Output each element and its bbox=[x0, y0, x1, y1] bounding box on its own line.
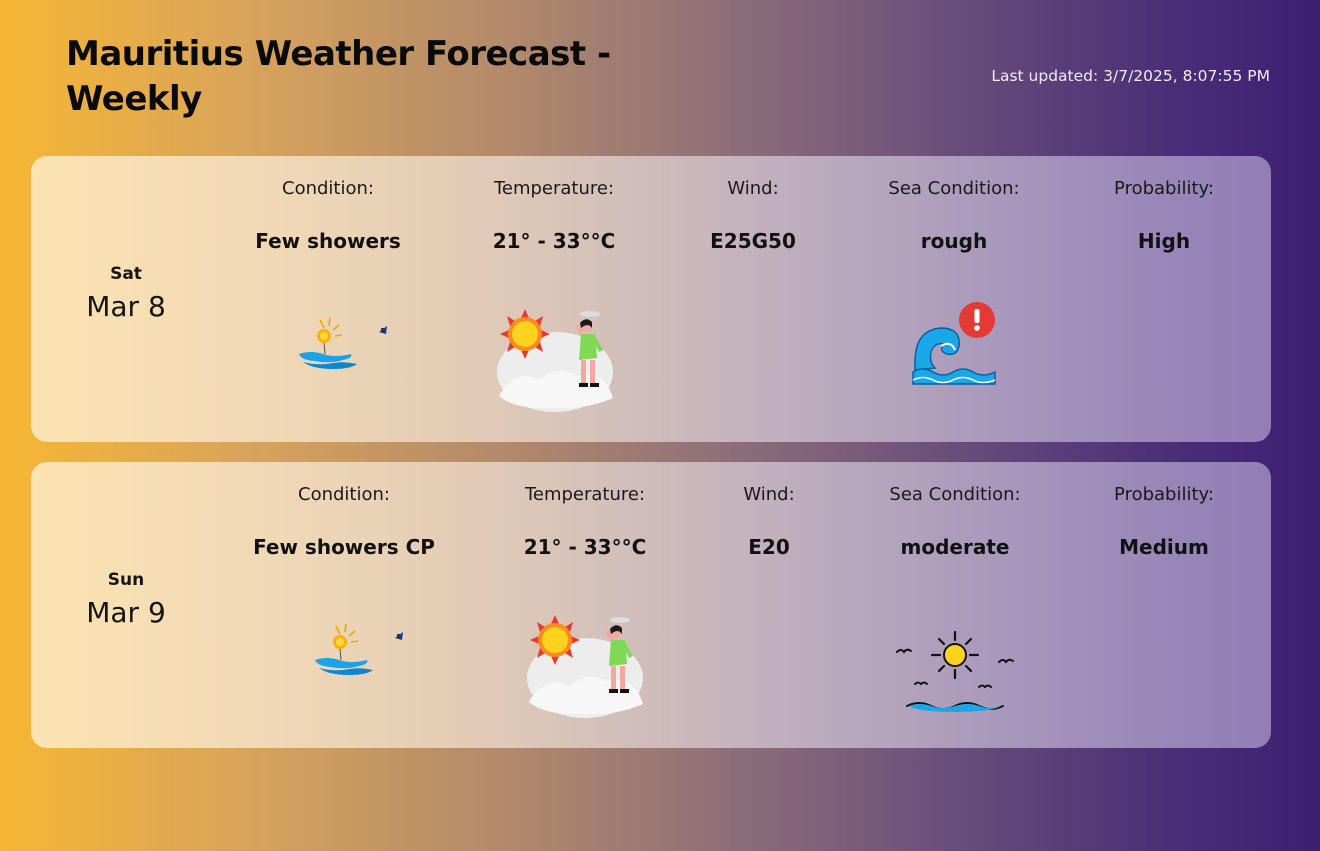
wind-column: Wind: E20 bbox=[743, 484, 794, 559]
sea-value: moderate bbox=[900, 535, 1010, 559]
day-date: Mar 9 bbox=[86, 596, 166, 629]
day-name: Sun bbox=[107, 570, 145, 590]
probability-value: High bbox=[1137, 229, 1191, 253]
condition-column: Condition: Few showers CP bbox=[253, 484, 435, 559]
temperature-label: Temperature: bbox=[524, 484, 646, 505]
page-title: Mauritius Weather Forecast - Weekly bbox=[66, 34, 611, 119]
wind-label: Wind: bbox=[727, 178, 779, 199]
probability-value: Medium bbox=[1119, 535, 1209, 559]
temperature-value: 21° - 33°°C bbox=[492, 229, 616, 253]
sea-column: Sea Condition: moderate bbox=[889, 484, 1020, 559]
wind-value: E20 bbox=[748, 535, 790, 559]
sea-column: Sea Condition: rough bbox=[888, 178, 1019, 253]
wind-value: E25G50 bbox=[710, 229, 796, 253]
condition-value: Few showers CP bbox=[253, 535, 435, 559]
probability-column: Probability: Medium bbox=[1114, 484, 1214, 559]
date-block: Sun Mar 9 bbox=[31, 570, 221, 629]
hot-weather-illustration bbox=[497, 309, 613, 412]
sea-label: Sea Condition: bbox=[889, 484, 1021, 505]
last-updated: Last updated: 3/7/2025, 8:07:55 PM bbox=[991, 67, 1270, 85]
hot-weather-illustration bbox=[527, 615, 643, 718]
condition-label: Condition: bbox=[298, 484, 390, 505]
probability-label: Probability: bbox=[1114, 178, 1214, 199]
temperature-column: Temperature: 21° - 33°°C bbox=[524, 484, 647, 559]
condition-column: Condition: Few showers bbox=[255, 178, 401, 253]
temperature-column: Temperature: 21° - 33°°C bbox=[493, 178, 616, 253]
rough-sea-warning-icon bbox=[912, 302, 996, 385]
calm-sea-sun-icon bbox=[896, 630, 1014, 712]
date-block: Sat Mar 8 bbox=[31, 264, 221, 323]
forecast-card-sun: Sun Mar 9 Condition: Few showers CP Temp… bbox=[31, 462, 1271, 748]
condition-label: Condition: bbox=[282, 178, 374, 199]
day-date: Mar 8 bbox=[86, 290, 166, 323]
showers-icon bbox=[299, 317, 387, 369]
temperature-label: Temperature: bbox=[493, 178, 615, 199]
showers-icon bbox=[315, 623, 403, 675]
sea-value: rough bbox=[920, 229, 988, 253]
sea-label: Sea Condition: bbox=[888, 178, 1020, 199]
condition-value: Few showers bbox=[255, 229, 401, 253]
probability-label: Probability: bbox=[1114, 484, 1214, 505]
wind-label: Wind: bbox=[743, 484, 795, 505]
temperature-value: 21° - 33°°C bbox=[523, 535, 647, 559]
day-name: Sat bbox=[110, 264, 142, 284]
probability-column: Probability: High bbox=[1114, 178, 1214, 253]
forecast-card-sat: Sat Mar 8 Condition: Few showers Tempera… bbox=[31, 156, 1271, 442]
wind-column: Wind: E25G50 bbox=[710, 178, 796, 253]
